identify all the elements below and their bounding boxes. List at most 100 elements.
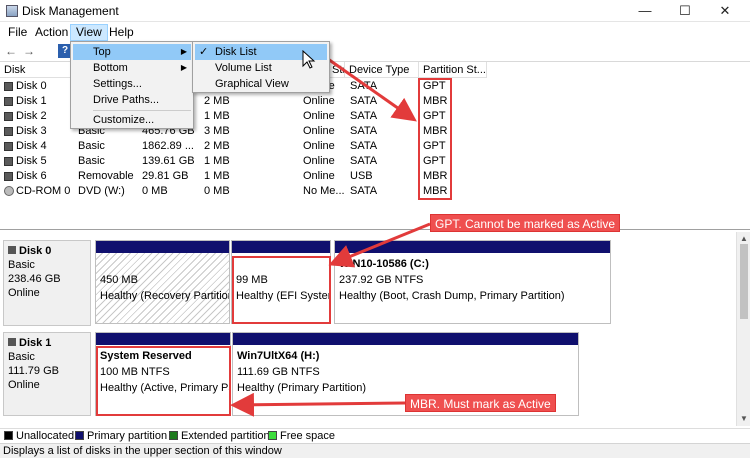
cell-disk: Disk 2	[16, 110, 47, 122]
cell-disk: Disk 1	[16, 95, 47, 107]
table-row[interactable]: CD-ROM 0 DVD (W:) 0 MB 0 MB No Me... SATA MBR	[0, 184, 750, 199]
legend-primary: Primary partition	[75, 430, 167, 442]
table-row[interactable]: Disk 5 Basic 139.61 GB 1 MB Online SATA GPT	[0, 154, 750, 169]
system-reserved-highlight	[96, 346, 231, 416]
legend-unallocated: Unallocated	[4, 430, 74, 442]
menu-separator	[93, 110, 191, 111]
minimize-button[interactable]: —	[630, 0, 660, 22]
menu-file[interactable]: File	[3, 24, 32, 41]
cell-status: Online	[303, 170, 335, 182]
scrollbar-thumb[interactable]	[740, 244, 748, 319]
menu-view[interactable]: View	[70, 24, 108, 41]
cell-type: DVD (W:)	[78, 185, 125, 197]
legend-label: Primary partition	[87, 430, 168, 442]
legend-free-space: Free space	[268, 430, 335, 442]
partition-name: Win7UltX64 (H:)	[237, 350, 320, 362]
cell-capacity: 29.81 GB	[142, 170, 189, 182]
legend-swatch	[268, 431, 277, 440]
efi-partition-highlight	[232, 256, 331, 324]
graphical-pane-scrollbar[interactable]: ▲ ▼	[736, 232, 750, 426]
disk-icon	[4, 112, 13, 121]
partition-status: Healthy (Recovery Partition	[100, 290, 229, 302]
partition-bar	[96, 241, 229, 253]
menu-help[interactable]: Help	[104, 24, 139, 41]
cell-disk: Disk 3	[16, 125, 47, 137]
legend-label: Extended partition	[181, 430, 270, 442]
cell-status: No Me...	[303, 185, 345, 197]
check-icon: ✓	[199, 46, 209, 58]
cell-status: Online	[303, 155, 335, 167]
view-menu-settings[interactable]: Settings...	[73, 76, 191, 92]
menu-action[interactable]: Action	[30, 24, 73, 41]
disk-icon	[4, 157, 13, 166]
column-header-partition-style[interactable]: Partition St...	[419, 62, 487, 78]
disk-0-label[interactable]: Disk 0 Basic 238.46 GB Online	[3, 240, 91, 326]
cell-device: SATA	[350, 110, 378, 122]
cell-capacity: 0 MB	[142, 185, 168, 197]
disk-type: Basic	[8, 351, 35, 363]
cell-disk: Disk 0	[16, 80, 47, 92]
partition-bar	[96, 333, 230, 345]
cell-unalloc: 2 MB	[204, 95, 230, 107]
cell-unalloc: 3 MB	[204, 125, 230, 137]
cell-device: SATA	[350, 125, 378, 137]
disk-name: Disk 0	[19, 245, 52, 257]
view-menu-drive-paths[interactable]: Drive Paths...	[73, 92, 191, 108]
menu-item-label: Disk List	[215, 46, 257, 58]
partition-name	[100, 256, 225, 272]
back-icon[interactable]: ←	[4, 44, 18, 58]
legend-extended: Extended partition	[169, 430, 270, 442]
cell-unalloc: 1 MB	[204, 110, 230, 122]
disk-status: Online	[8, 287, 40, 299]
disk-size: 238.46 GB	[8, 273, 61, 285]
gpt-callout: GPT. Cannot be marked as Active	[430, 214, 621, 232]
partition-body: WIN10-10586 (C:) 237.92 GB NTFS Healthy …	[335, 253, 610, 323]
menu-item-label: Bottom	[93, 62, 128, 74]
cell-device: SATA	[350, 80, 378, 92]
submenu-graphical-view[interactable]: Graphical View	[195, 76, 327, 92]
column-header-device-type[interactable]: Device Type	[345, 62, 419, 78]
table-row[interactable]: Disk 4 Basic 1862.89 ... 2 MB Online SATA GPT	[0, 139, 750, 154]
disk-icon	[8, 246, 16, 254]
cell-type: Removable	[78, 170, 134, 182]
legend-label: Unallocated	[16, 430, 75, 442]
disk-size: 111.79 GB	[8, 365, 59, 377]
legend-swatch	[4, 431, 13, 440]
forward-icon[interactable]: →	[22, 44, 36, 58]
scroll-down-icon[interactable]: ▼	[737, 412, 750, 426]
disk-icon	[8, 338, 16, 346]
disk-icon	[4, 97, 13, 106]
partition-name: WIN10-10586 (C:)	[339, 258, 429, 270]
menu-bar: File Action View Help	[0, 22, 750, 42]
chevron-right-icon: ▶	[180, 47, 187, 56]
partition-size: 450 MB	[100, 274, 138, 286]
partition-size: 237.92 GB NTFS	[339, 274, 424, 286]
view-menu-top[interactable]: Top ▶	[73, 44, 191, 60]
mouse-cursor-icon	[302, 50, 316, 69]
cell-status: Online	[303, 95, 335, 107]
legend-swatch	[169, 431, 178, 440]
partition-bar	[335, 241, 610, 253]
disk-status: Online	[8, 379, 40, 391]
view-menu-customize[interactable]: Customize...	[73, 112, 191, 128]
menu-item-label: Top	[93, 46, 111, 58]
partition-c-drive[interactable]: WIN10-10586 (C:) 237.92 GB NTFS Healthy …	[334, 240, 611, 324]
disk-icon	[4, 82, 13, 91]
partition-recovery[interactable]: 450 MB Healthy (Recovery Partition	[95, 240, 230, 324]
cell-type: Basic	[78, 140, 105, 152]
title-bar: Disk Management — ☐ ✕	[0, 0, 750, 22]
disk-1-label[interactable]: Disk 1 Basic 111.79 GB Online	[3, 332, 91, 416]
partition-bar	[233, 333, 578, 345]
cdrom-icon	[4, 186, 14, 196]
cell-device: SATA	[350, 140, 378, 152]
partition-status: Healthy (Boot, Crash Dump, Primary Parti…	[339, 290, 565, 302]
cell-unalloc: 1 MB	[204, 170, 230, 182]
cell-device: SATA	[350, 95, 378, 107]
cell-disk: Disk 6	[16, 170, 47, 182]
window-title: Disk Management	[22, 4, 119, 18]
mbr-callout: MBR. Must mark as Active	[405, 394, 556, 412]
table-row[interactable]: Disk 6 Removable 29.81 GB 1 MB Online USB MBR	[0, 169, 750, 184]
maximize-button[interactable]: ☐	[670, 0, 700, 22]
view-menu-bottom[interactable]: Bottom ▶	[73, 60, 191, 76]
close-button[interactable]: ✕	[710, 0, 740, 22]
